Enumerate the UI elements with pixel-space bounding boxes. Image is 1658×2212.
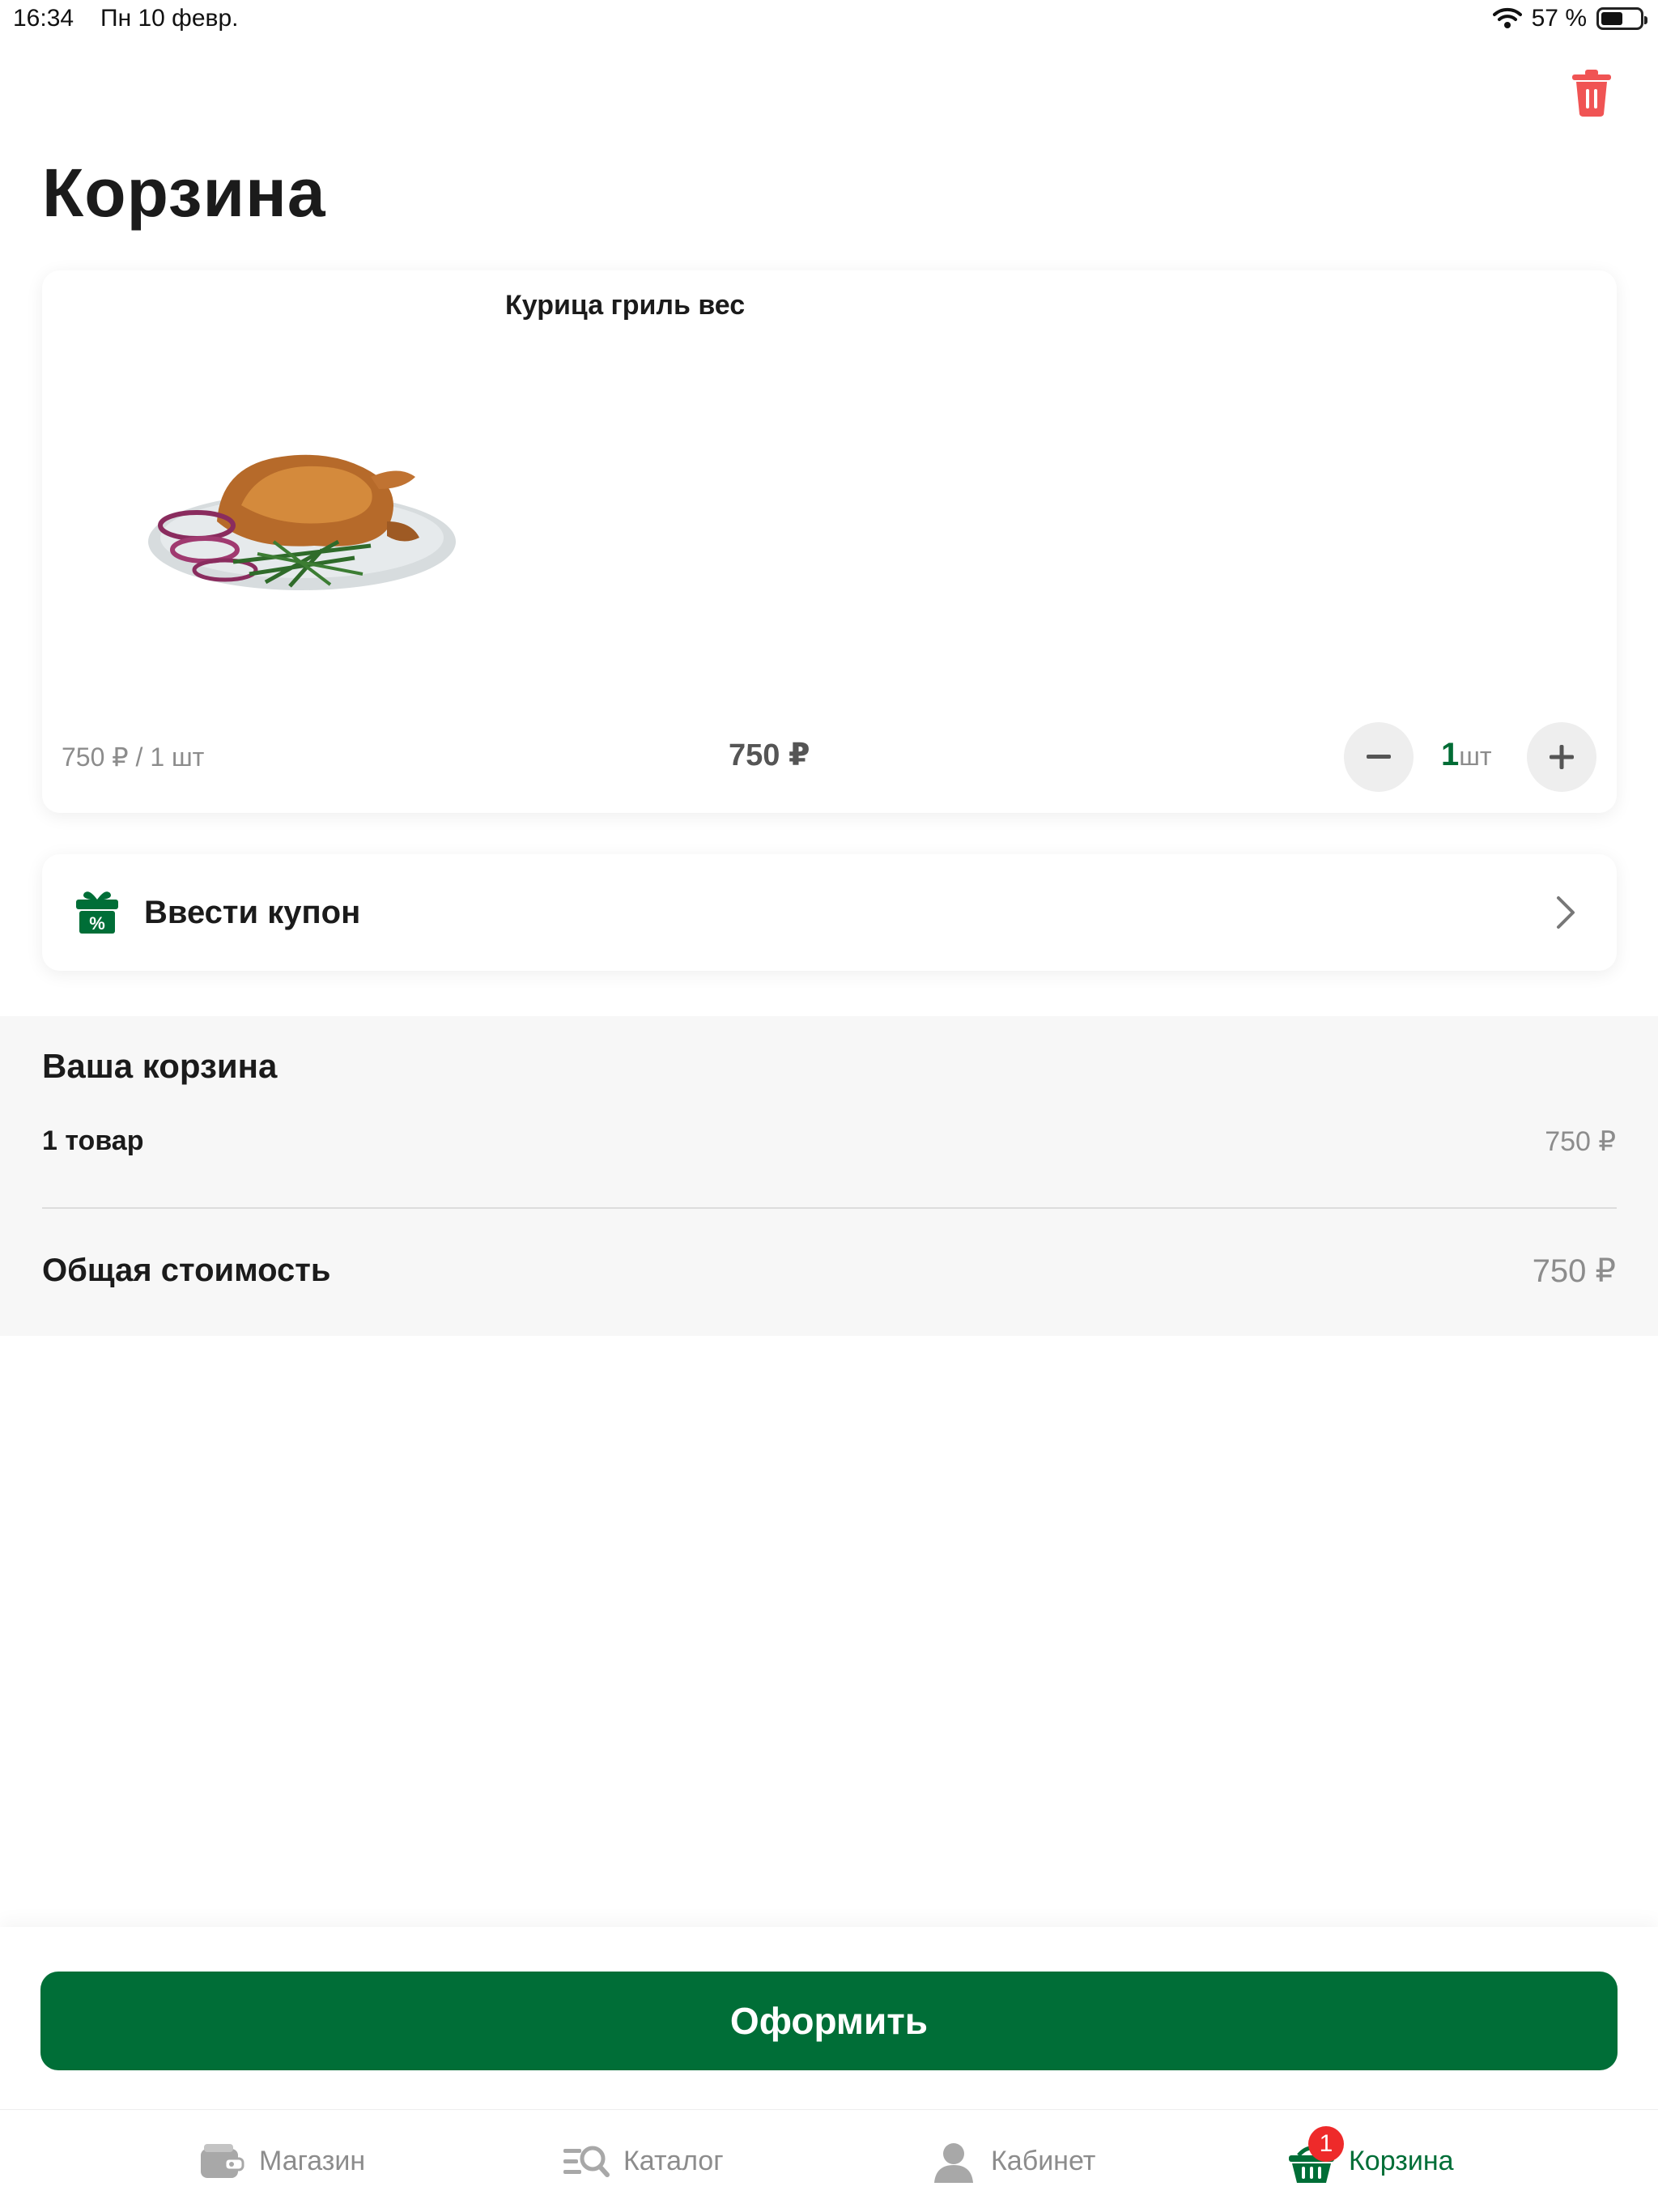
- chevron-right-icon: [1557, 896, 1575, 929]
- line-total-price: 750 ₽: [729, 738, 810, 772]
- basket-icon-wrapper: 1: [1287, 2125, 1344, 2186]
- user-icon: [934, 2142, 973, 2183]
- cart-count-badge: 1: [1308, 2125, 1344, 2162]
- cart-item-card: Курица гриль вес 750 ₽ / 1 шт 750 ₽ 1шт: [42, 270, 1617, 813]
- checkout-bar: Оформить: [0, 1927, 1658, 2109]
- clear-cart-button[interactable]: [1569, 68, 1614, 118]
- tab-label: Корзина: [1349, 2146, 1454, 2176]
- decrease-quantity-button[interactable]: [1344, 722, 1414, 792]
- summary-items-count: 1 товар: [42, 1125, 144, 1156]
- tab-label: Кабинет: [991, 2146, 1096, 2176]
- plus-icon: [1550, 745, 1574, 769]
- status-indicators: 57 %: [1492, 5, 1647, 32]
- summary-items-price: 750 ₽: [1545, 1126, 1616, 1157]
- tab-account[interactable]: Кабинет: [929, 2110, 1095, 2212]
- tab-label: Каталог: [623, 2146, 724, 2176]
- trash-icon: [1572, 70, 1611, 117]
- wifi-icon: [1492, 7, 1522, 28]
- tab-catalog[interactable]: Каталог: [562, 2110, 724, 2212]
- quantity-display: 1шт: [1441, 737, 1492, 773]
- wallet-icon: [201, 2143, 244, 2178]
- status-bar: 16:34 Пн 10 февр. 57 %: [0, 0, 1658, 40]
- battery-icon: [1596, 7, 1647, 30]
- tab-label: Магазин: [259, 2146, 366, 2176]
- page-title: Корзина: [42, 155, 326, 231]
- unit-price: 750 ₽ / 1 шт: [62, 742, 205, 772]
- product-image[interactable]: [128, 400, 484, 602]
- quantity-unit: шт: [1459, 742, 1492, 771]
- checkout-button[interactable]: Оформить: [40, 1972, 1618, 2070]
- battery-percent: 57 %: [1531, 5, 1587, 32]
- enter-coupon-row[interactable]: % Ввести купон: [42, 854, 1617, 971]
- cart-summary: Ваша корзина 1 товар 750 ₽ Общая стоимос…: [0, 1016, 1658, 1336]
- summary-title: Ваша корзина: [42, 1047, 278, 1085]
- increase-quantity-button[interactable]: [1527, 722, 1596, 792]
- tab-shop[interactable]: Магазин: [198, 2110, 365, 2212]
- product-name[interactable]: Курица гриль вес: [505, 290, 745, 321]
- gift-coupon-icon: %: [76, 891, 118, 934]
- tab-cart[interactable]: 1 Корзина: [1287, 2110, 1454, 2212]
- minus-icon: [1367, 755, 1391, 759]
- status-date: Пн 10 февр.: [100, 5, 239, 32]
- total-cost-value: 750 ₽: [1532, 1253, 1616, 1289]
- status-time: 16:34: [13, 5, 74, 32]
- quantity-value: 1: [1441, 737, 1460, 772]
- summary-divider: [42, 1207, 1617, 1209]
- total-cost-label: Общая стоимость: [42, 1253, 331, 1288]
- battery-level: [1601, 12, 1622, 25]
- coupon-label: Ввести купон: [144, 895, 361, 930]
- tab-bar: Магазин Каталог Кабинет 1 Корзина: [0, 2109, 1658, 2212]
- battery-tip: [1644, 16, 1647, 24]
- catalog-search-icon: [563, 2146, 610, 2177]
- svg-text:%: %: [89, 913, 105, 934]
